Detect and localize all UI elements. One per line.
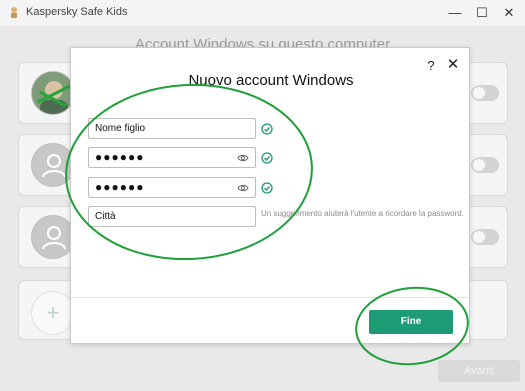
user-icon	[42, 154, 66, 178]
child-name-field[interactable]: Nome figlio	[88, 118, 256, 139]
next-button[interactable]: Avanti	[438, 360, 520, 382]
child-name-value: Nome figlio	[95, 123, 146, 134]
app-title: Kaspersky Safe Kids	[26, 6, 128, 18]
add-account-icon[interactable]: +	[31, 291, 75, 335]
account-toggle[interactable]	[471, 157, 499, 173]
account-toggle[interactable]	[471, 229, 499, 245]
password-hint-field[interactable]: Città	[88, 206, 256, 227]
check-icon	[261, 123, 273, 135]
avatar	[31, 71, 75, 115]
title-bar: Kaspersky Safe Kids — ☐ ✕	[0, 0, 525, 26]
confirm-password-field[interactable]: ●●●●●●	[88, 177, 256, 198]
user-icon	[42, 226, 66, 250]
finish-button[interactable]: Fine	[369, 310, 453, 334]
password-hint-value: Città	[95, 211, 116, 222]
show-password-icon[interactable]	[237, 153, 249, 163]
minimize-button[interactable]: —	[441, 3, 469, 23]
password-field[interactable]: ●●●●●●	[88, 147, 256, 168]
account-toggle[interactable]	[471, 85, 499, 101]
password-value: ●●●●●●	[95, 150, 145, 164]
check-icon	[261, 182, 273, 194]
avatar	[31, 215, 75, 259]
check-icon	[261, 152, 273, 164]
help-icon[interactable]: ?	[423, 58, 439, 74]
window-close-button[interactable]: ✕	[495, 3, 523, 23]
confirm-password-value: ●●●●●●	[95, 180, 145, 194]
kaspersky-logo-icon	[11, 7, 17, 18]
show-password-icon[interactable]	[237, 183, 249, 193]
dialog-title: Nuovo account Windows	[188, 72, 354, 89]
maximize-button[interactable]: ☐	[468, 3, 496, 23]
avatar	[31, 143, 75, 187]
new-account-dialog: Nuovo account Windows ? ✕ Nome figlio ●●…	[70, 47, 470, 344]
hint-description: Un suggerimento aiuterà l'utente a ricor…	[261, 209, 464, 218]
dialog-close-button[interactable]: ✕	[445, 57, 461, 73]
user-photo-icon	[32, 72, 74, 114]
